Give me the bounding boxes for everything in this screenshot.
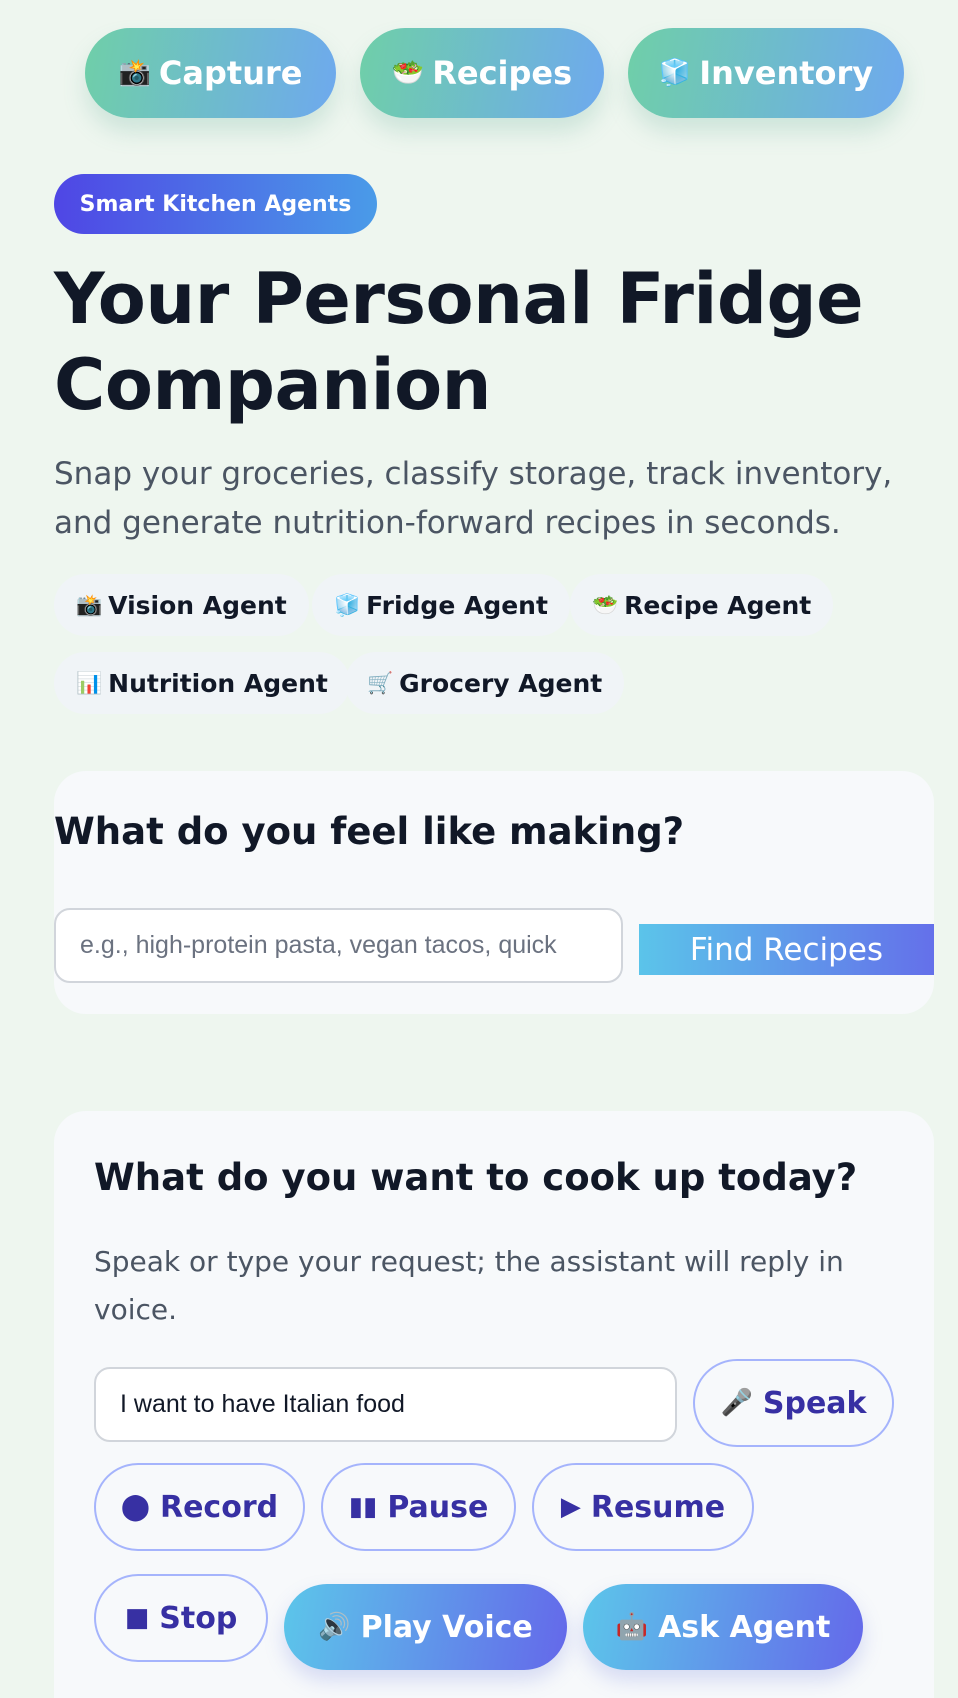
recipe-search-title: What do you feel like making? <box>54 810 685 853</box>
stop-square-icon: ■ <box>124 1603 150 1633</box>
nav-inventory-label: Inventory <box>699 54 874 92</box>
play-voice-button[interactable]: 🔊 Play Voice <box>284 1584 567 1670</box>
agent-chip-nutrition: 📊 Nutrition Agent <box>54 652 350 714</box>
recipe-search-input[interactable] <box>54 908 623 983</box>
camera-icon: 📸 <box>118 58 151 88</box>
nav-recipes-label: Recipes <box>432 54 573 92</box>
voice-assistant-title: What do you want to cook up today? <box>94 1156 858 1199</box>
agent-chip-label: Fridge Agent <box>366 590 548 620</box>
top-navigation: 📸 Capture 🥗 Recipes 🧊 Inventory <box>0 28 958 118</box>
resume-button[interactable]: ▶ Resume <box>532 1463 754 1551</box>
record-button[interactable]: ⬤ Record <box>94 1463 305 1551</box>
nav-capture-label: Capture <box>158 54 303 92</box>
agent-chip-label: Recipe Agent <box>624 590 812 620</box>
page-title: Your Personal Fridge Companion <box>54 258 864 426</box>
agent-chip-recipe: 🥗 Recipe Agent <box>570 574 834 636</box>
resume-label: Resume <box>590 1489 726 1525</box>
ask-agent-button[interactable]: 🤖 Ask Agent <box>583 1584 863 1670</box>
robot-icon: 🤖 <box>615 1612 649 1642</box>
play-voice-label: Play Voice <box>360 1609 533 1645</box>
pause-icon: ▮▮ <box>348 1492 378 1522</box>
pause-button[interactable]: ▮▮ Pause <box>321 1463 516 1551</box>
ask-agent-label: Ask Agent <box>658 1609 831 1645</box>
ice-cube-icon: 🧊 <box>658 58 692 88</box>
hero-tag-badge: Smart Kitchen Agents <box>54 174 377 234</box>
nav-recipes-button[interactable]: 🥗 Recipes <box>360 28 604 118</box>
speaker-icon: 🔊 <box>318 1612 351 1642</box>
speak-button[interactable]: 🎤 Speak <box>693 1359 894 1447</box>
microphone-icon: 🎤 <box>720 1388 753 1418</box>
salad-icon: 🥗 <box>592 592 619 617</box>
ice-cube-icon: 🧊 <box>334 592 361 617</box>
agent-chip-label: Vision Agent <box>108 590 287 620</box>
stop-label: Stop <box>159 1600 238 1636</box>
nav-capture-button[interactable]: 📸 Capture <box>85 28 336 118</box>
find-recipes-button[interactable]: Find Recipes <box>639 924 934 975</box>
hero-subtitle: Snap your groceries, classify storage, t… <box>54 456 893 541</box>
bar-chart-icon: 📊 <box>76 670 103 695</box>
salad-icon: 🥗 <box>391 58 425 88</box>
agent-chip-grocery: 🛒 Grocery Agent <box>345 652 625 714</box>
agent-chip-vision: 📸 Vision Agent <box>54 574 309 636</box>
record-label: Record <box>159 1489 279 1525</box>
agent-chip-fridge: 🧊 Fridge Agent <box>312 574 570 636</box>
play-triangle-icon: ▶ <box>560 1492 581 1522</box>
nav-inventory-button[interactable]: 🧊 Inventory <box>628 28 904 118</box>
shopping-cart-icon: 🛒 <box>367 670 394 695</box>
record-dot-icon: ⬤ <box>120 1492 150 1522</box>
agent-chip-label: Nutrition Agent <box>108 668 328 698</box>
agent-chip-label: Grocery Agent <box>399 668 603 698</box>
voice-request-input[interactable] <box>94 1367 677 1442</box>
pause-label: Pause <box>387 1489 489 1525</box>
camera-icon: 📸 <box>76 592 103 617</box>
stop-button[interactable]: ■ Stop <box>94 1574 268 1662</box>
voice-assistant-subtitle: Speak or type your request; the assistan… <box>94 1245 844 1326</box>
speak-label: Speak <box>762 1385 867 1421</box>
